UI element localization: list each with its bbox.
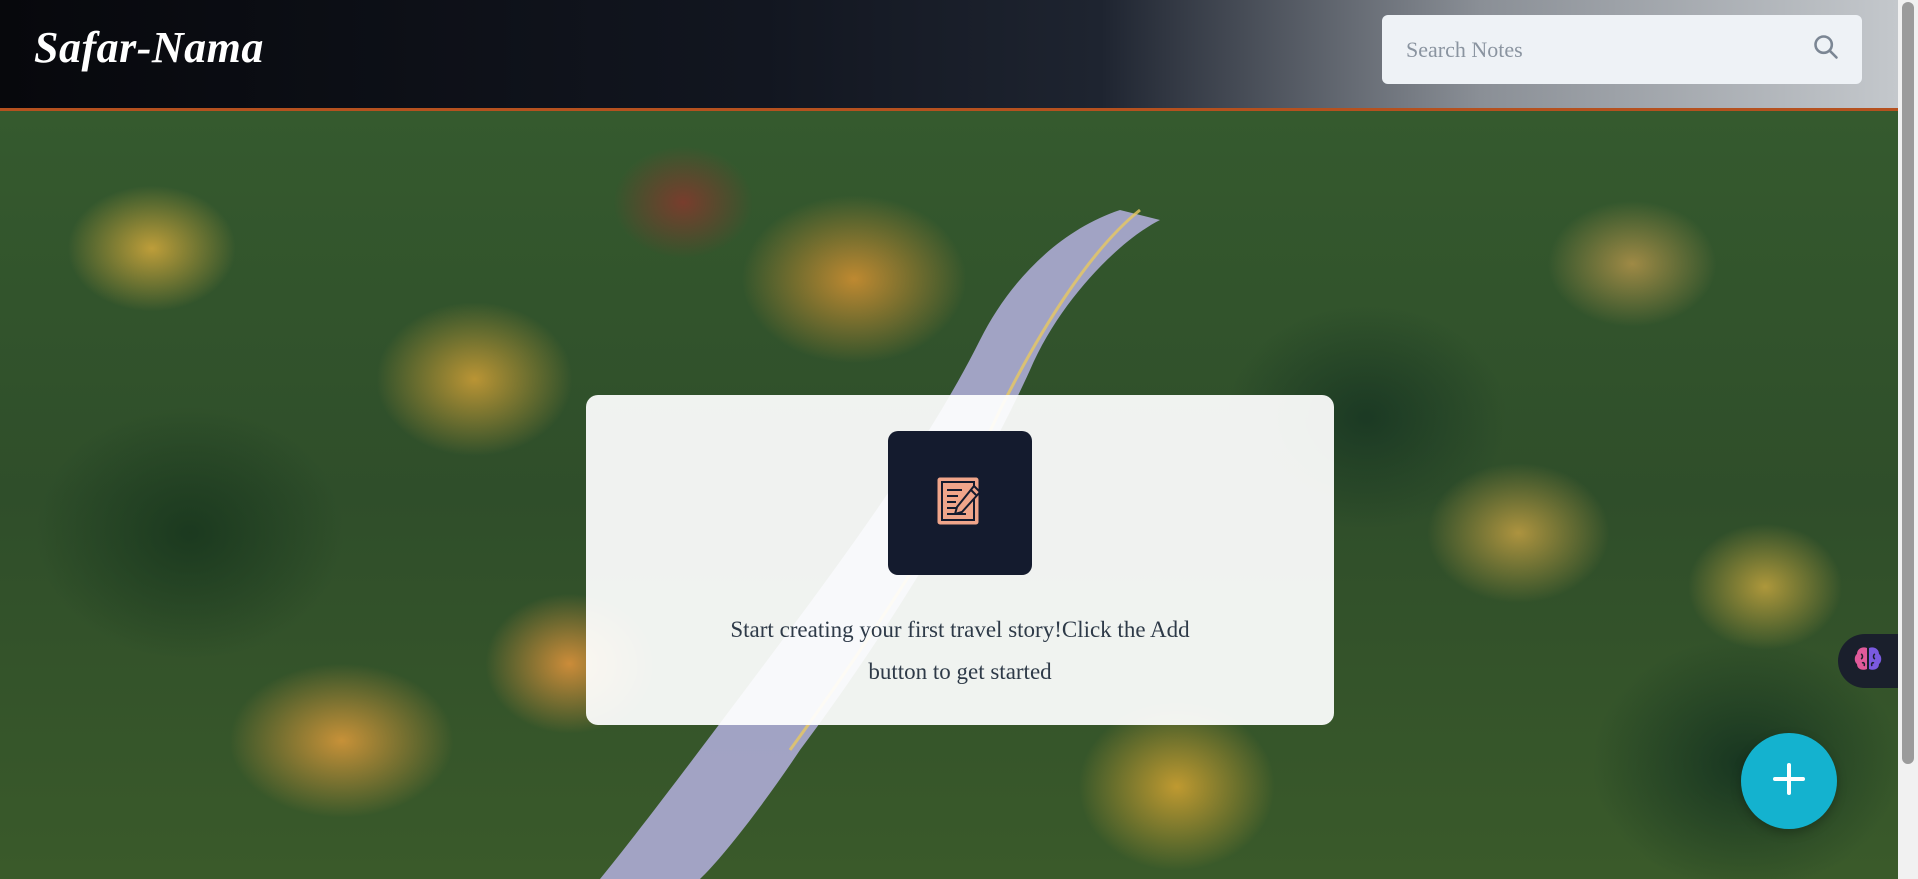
notepad-pen-icon <box>936 476 984 531</box>
search-icon[interactable] <box>1812 33 1840 66</box>
search-input[interactable] <box>1404 35 1812 64</box>
empty-state-card: Start creating your first travel story!C… <box>586 395 1334 725</box>
assistant-widget[interactable] <box>1838 634 1898 688</box>
add-story-button[interactable] <box>1741 733 1837 829</box>
search-bar <box>1382 15 1862 84</box>
app-logo[interactable]: Safar-Nama <box>34 22 264 73</box>
empty-state-icon-box <box>888 431 1032 575</box>
scrollbar-thumb[interactable] <box>1902 2 1914 764</box>
plus-icon <box>1772 762 1806 801</box>
page-scrollbar[interactable] <box>1898 0 1918 879</box>
brain-icon[interactable] <box>1853 645 1883 678</box>
empty-state-message: Start creating your first travel story!C… <box>730 617 1190 684</box>
top-navbar: Safar-Nama <box>0 0 1898 111</box>
